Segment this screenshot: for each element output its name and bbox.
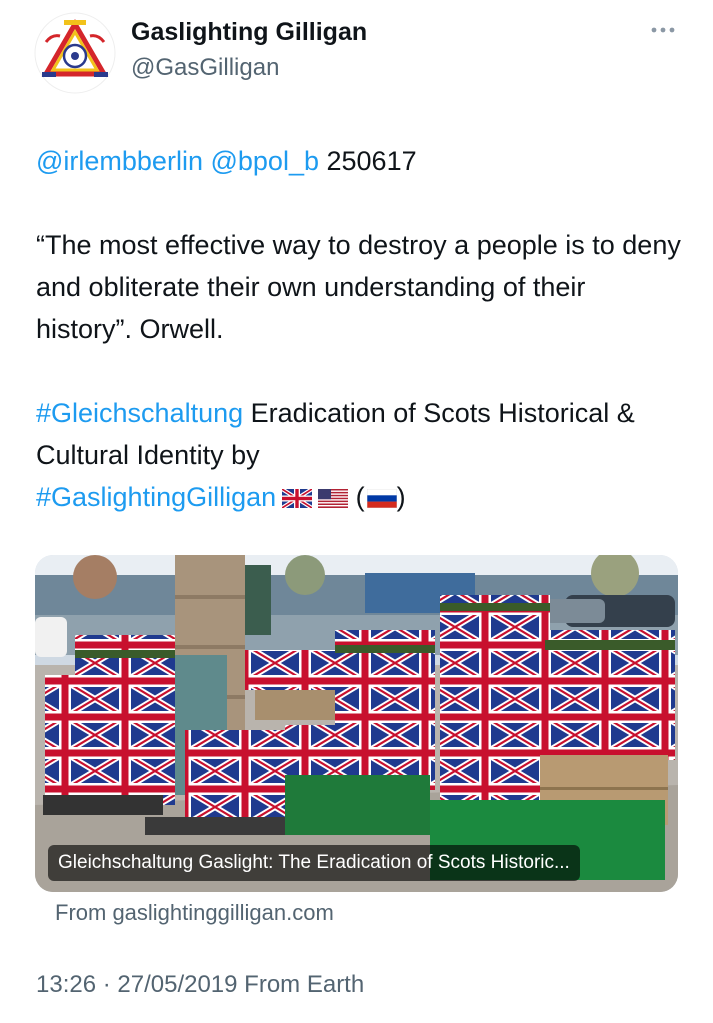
us-flag-icon [318,489,349,508]
card-caption: Gleichschaltung Gaslight: The Eradicatio… [48,845,580,881]
mention-bpol-b[interactable]: @bpol_b [210,146,319,176]
link-card[interactable]: Gleichschaltung Gaslight: The Eradicatio… [35,555,678,892]
author-avatar[interactable] [34,12,116,94]
hashtag-gleichschaltung[interactable]: #Gleichschaltung [36,398,243,428]
paren-close: ) [396,482,406,512]
author-handle[interactable]: @GasGilligan [131,54,279,82]
hashtag-gaslightinggilligan[interactable]: #GaslightingGilligan [36,482,276,512]
tweet-code: 250617 [326,146,417,176]
card-source-link[interactable]: From gaslightinggilligan.com [55,900,334,926]
triangle-emblem-icon [34,12,116,94]
mention-irlembberlin[interactable]: @irlembberlin [36,146,203,176]
author-name[interactable]: Gaslighting Gilligan [131,18,367,47]
tweet-text: @irlembberlin @bpol_b 250617 “The most e… [36,140,686,518]
uk-flag-icon [282,489,313,508]
paren-open: ( [355,482,365,512]
tweet-quote: “The most effective way to destroy a peo… [36,230,681,344]
card-image [35,555,678,892]
russia-flag-icon [366,489,397,508]
tweet-line-hashtags: #Gleichschaltung Eradication of Scots Hi… [36,392,686,518]
more-options-icon[interactable] [648,18,678,38]
tweet-timestamp[interactable]: 13:26 · 27/05/2019 From Earth [36,971,364,999]
tweet-line-mentions: @irlembberlin @bpol_b 250617 [36,140,686,182]
